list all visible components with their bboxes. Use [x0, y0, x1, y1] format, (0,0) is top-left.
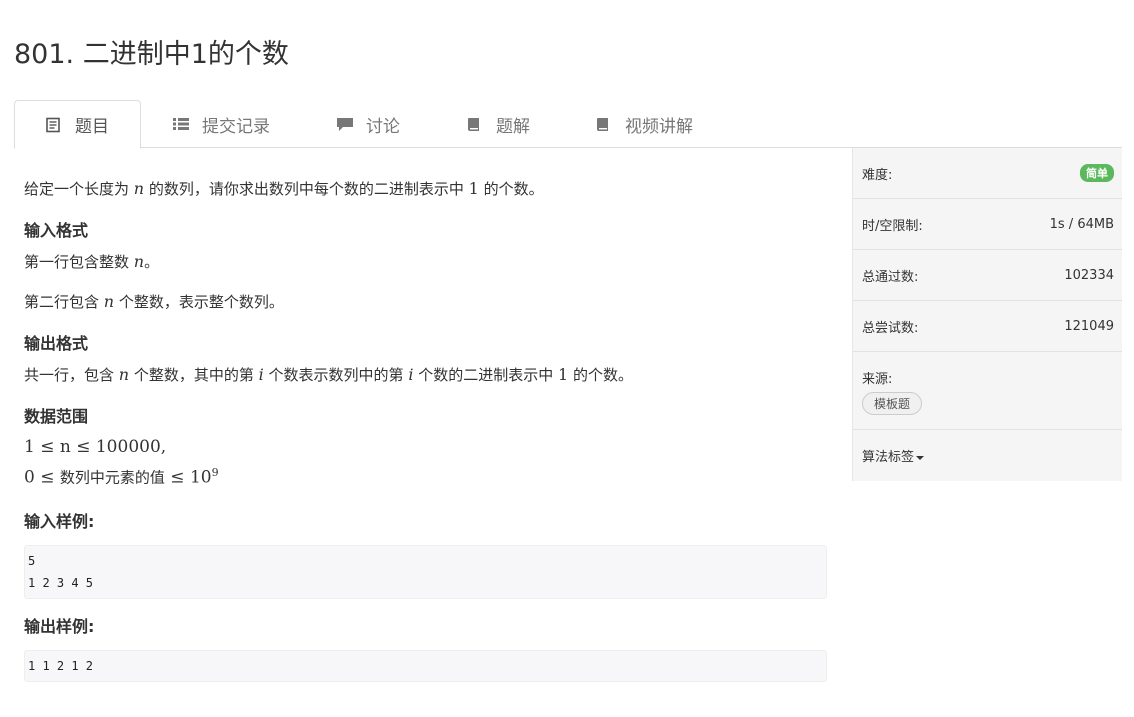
attempts-label: 总尝试数: [862, 320, 919, 336]
tab-discussion[interactable]: 讨论 [336, 100, 400, 148]
intro-text: 给定一个长度为 n 的数列，请你求出数列中每个数的二进制表示中 1 的个数。 [24, 179, 544, 198]
page-title: 801. 二进制中1的个数 [14, 39, 289, 70]
caret-down-icon [916, 455, 925, 460]
algorithm-tags-row: 算法标签 [853, 430, 1122, 481]
input-format-line: 第一行包含整数 n。 [24, 252, 160, 271]
limit-value: 1s / 64MB [1049, 216, 1114, 232]
limit-label: 时/空限制: [862, 218, 923, 234]
difficulty-label: 难度: [862, 167, 893, 183]
problem-statement: 给定一个长度为 n 的数列，请你求出数列中每个数的二进制表示中 1 的个数。 输… [24, 148, 828, 682]
tab-label: 提交记录 [202, 116, 270, 137]
sample-output-heading: 输出样例: [24, 616, 95, 636]
output-format-line: 共一行，包含 n 个整数，其中的第 i 个数表示数列中的第 i 个数的二进制表示… [24, 365, 633, 384]
accepted-label: 总通过数: [862, 269, 919, 285]
sample-output-block[interactable]: 1 1 2 1 2 [24, 649, 827, 682]
accepted-row: 总通过数: 102334 [853, 250, 1122, 301]
range-line: 0 ≤ 数列中元素的值 ≤ 109 [24, 466, 219, 488]
sample-input-block[interactable]: 5 1 2 3 4 5 [24, 544, 827, 599]
problem-tabs: 题目 提交记录 讨论 题解 视频讲解 [14, 100, 1122, 149]
problem-info-panel: 难度: 简单 时/空限制: 1s / 64MB 总通过数: 102334 总尝试… [852, 148, 1122, 481]
difficulty-row: 难度: 简单 [853, 148, 1122, 199]
book-icon [466, 116, 482, 132]
data-range-heading: 数据范围 [24, 407, 89, 426]
sample-input-heading: 输入样例: [24, 511, 95, 531]
tab-label: 题解 [496, 116, 530, 137]
attempts-row: 总尝试数: 121049 [853, 301, 1122, 352]
output-format-heading: 输出格式 [24, 334, 89, 353]
source-row: 来源: 模板题 [853, 352, 1122, 430]
list-icon [172, 116, 189, 132]
input-format-line: 第二行包含 n 个整数，表示整个数列。 [24, 292, 284, 311]
tab-video[interactable]: 视频讲解 [595, 100, 693, 148]
tab-label: 题目 [75, 117, 109, 137]
tab-label: 视频讲解 [625, 116, 693, 137]
source-tag[interactable]: 模板题 [862, 392, 923, 415]
input-format-heading: 输入格式 [24, 221, 89, 240]
limit-row: 时/空限制: 1s / 64MB [853, 199, 1122, 250]
tab-problem[interactable]: 题目 [14, 100, 141, 149]
difficulty-badge: 简单 [1080, 164, 1114, 182]
comment-icon [336, 116, 353, 132]
document-icon [45, 117, 61, 133]
range-line: 1 ≤ n ≤ 100000, [24, 437, 167, 457]
accepted-value: 102334 [1064, 267, 1114, 283]
tab-label: 讨论 [366, 116, 400, 137]
algorithm-tags-toggle[interactable]: 算法标签 [862, 446, 925, 465]
source-label: 来源: [862, 372, 893, 387]
book-icon [595, 116, 611, 132]
attempts-value: 121049 [1064, 318, 1114, 334]
tab-solutions[interactable]: 题解 [466, 100, 530, 148]
tab-submissions[interactable]: 提交记录 [172, 100, 270, 148]
